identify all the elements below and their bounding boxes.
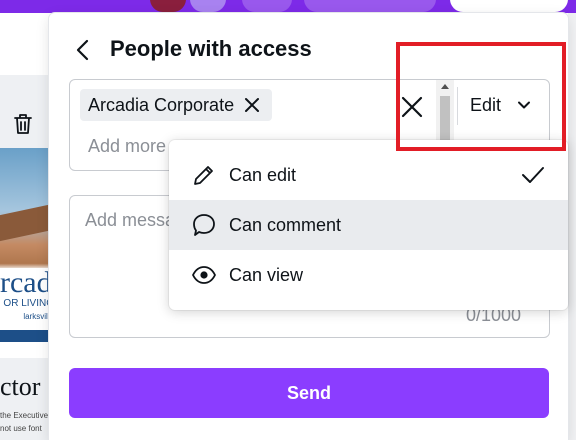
editor-top-bar (0, 0, 576, 13)
design-thumbnail: rcadia OR LIVING larksville (0, 148, 54, 358)
editor-right-gutter (568, 13, 576, 440)
menu-item-label: Can edit (229, 164, 297, 185)
menu-item-label: Can view (229, 264, 304, 285)
back-arrow-icon[interactable] (69, 36, 97, 64)
add-more-input[interactable]: Add more (88, 136, 166, 157)
design-text-line: not use font (0, 424, 42, 433)
design-title-fragment: ctor (0, 372, 41, 401)
menu-item-can-edit[interactable]: Can edit (169, 150, 568, 200)
trash-icon[interactable] (12, 112, 34, 136)
send-button[interactable]: Send (69, 368, 549, 418)
thumbnail-location: larksville (23, 312, 54, 321)
permission-menu: Can edit Can comment Can view (169, 140, 568, 310)
menu-item-can-view[interactable]: Can view (169, 250, 568, 300)
remove-chip-icon[interactable] (244, 97, 260, 113)
recipient-chip-label: Arcadia Corporate (88, 94, 235, 115)
toolbar-button[interactable] (304, 0, 436, 12)
toolbar-button[interactable] (242, 0, 292, 12)
design-text-line: the Executive (0, 411, 49, 420)
menu-item-can-comment[interactable]: Can comment (169, 200, 568, 250)
pencil-icon (194, 166, 213, 185)
recipient-chip[interactable]: Arcadia Corporate (80, 89, 273, 121)
thumbnail-logo-sub: OR LIVING (3, 298, 54, 309)
thumbnail-logo-text: rcadia (0, 266, 54, 299)
share-button[interactable] (450, 0, 568, 12)
menu-item-label: Can comment (229, 214, 342, 235)
checkmark-icon (522, 167, 544, 183)
avatar[interactable] (190, 0, 226, 12)
eye-icon (192, 266, 216, 284)
avatar[interactable] (150, 0, 186, 12)
panel-title: People with access (110, 36, 312, 61)
highlight-annotation (396, 42, 566, 151)
comment-bubble-icon (193, 214, 215, 236)
